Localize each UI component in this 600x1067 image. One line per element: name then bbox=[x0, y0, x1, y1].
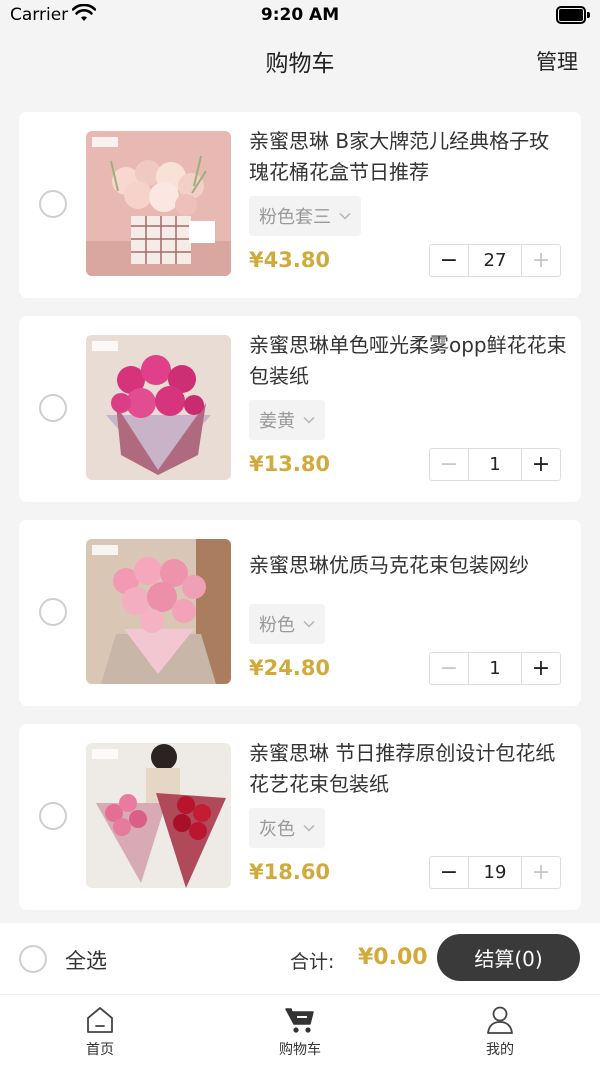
manage-button[interactable]: 管理 bbox=[536, 46, 578, 76]
quantity-stepper: − 27 + bbox=[429, 244, 561, 277]
quantity-stepper: − 19 + bbox=[429, 856, 561, 889]
tab-profile[interactable]: 我的 bbox=[450, 1005, 550, 1059]
item-select-radio[interactable] bbox=[39, 394, 67, 422]
user-icon bbox=[487, 1006, 513, 1034]
cart-item: 亲蜜思琳 节日推荐原创设计包花纸花艺花束包装纸 灰色 ¥18.60 − 19 + bbox=[19, 724, 581, 910]
chevron-down-icon bbox=[303, 416, 315, 424]
increase-quantity-button[interactable]: + bbox=[522, 857, 560, 888]
increase-quantity-button[interactable]: + bbox=[522, 245, 560, 276]
product-image[interactable] bbox=[86, 539, 231, 684]
cart-icon bbox=[285, 1008, 314, 1033]
nav-bar: 购物车 管理 bbox=[0, 30, 600, 92]
product-title[interactable]: 亲蜜思琳 节日推荐原创设计包花纸花艺花束包装纸 bbox=[249, 738, 569, 800]
variant-label: 灰色 bbox=[259, 819, 295, 840]
item-select-radio[interactable] bbox=[39, 802, 67, 830]
variant-selector[interactable]: 姜黄 bbox=[249, 400, 325, 440]
total-value: ¥0.00 bbox=[358, 945, 428, 970]
tab-label: 购物车 bbox=[279, 1042, 321, 1058]
product-title[interactable]: 亲蜜思琳 B家大牌范儿经典格子玫瑰花桶花盒节日推荐 bbox=[249, 126, 569, 188]
cart-item: 亲蜜思琳单色哑光柔雾opp鲜花花束包装纸 姜黄 ¥13.80 − 1 + bbox=[19, 316, 581, 502]
page-title: 购物车 bbox=[265, 51, 335, 77]
decrease-quantity-button[interactable]: − bbox=[430, 449, 468, 480]
increase-quantity-button[interactable]: + bbox=[522, 653, 560, 684]
status-time: 9:20 AM bbox=[260, 5, 340, 25]
product-price: ¥24.80 bbox=[249, 656, 331, 680]
item-select-radio[interactable] bbox=[39, 190, 67, 218]
increase-quantity-button[interactable]: + bbox=[522, 449, 560, 480]
quantity-value[interactable]: 1 bbox=[468, 449, 522, 480]
product-price: ¥43.80 bbox=[249, 248, 331, 272]
tab-label: 我的 bbox=[486, 1042, 514, 1058]
quantity-stepper: − 1 + bbox=[429, 448, 561, 481]
product-image[interactable] bbox=[86, 131, 231, 276]
decrease-quantity-button[interactable]: − bbox=[430, 245, 468, 276]
product-title[interactable]: 亲蜜思琳单色哑光柔雾opp鲜花花束包装纸 bbox=[249, 330, 569, 392]
select-all-label[interactable]: 全选 bbox=[65, 945, 107, 975]
quantity-value[interactable]: 27 bbox=[468, 245, 522, 276]
status-bar: Carrier 9:20 AM bbox=[0, 0, 600, 30]
quantity-stepper: − 1 + bbox=[429, 652, 561, 685]
total-label: 合计: bbox=[290, 951, 335, 973]
tab-bar: 首页 购物车 我的 bbox=[0, 995, 600, 1067]
variant-selector[interactable]: 粉色套三 bbox=[249, 196, 361, 236]
tab-label: 首页 bbox=[86, 1042, 114, 1058]
quantity-value[interactable]: 19 bbox=[468, 857, 522, 888]
product-image[interactable] bbox=[86, 335, 231, 480]
chevron-down-icon bbox=[339, 212, 351, 220]
chevron-down-icon bbox=[303, 620, 315, 628]
variant-selector[interactable]: 灰色 bbox=[249, 808, 325, 848]
decrease-quantity-button[interactable]: − bbox=[430, 653, 468, 684]
tab-home[interactable]: 首页 bbox=[50, 1005, 150, 1059]
tab-cart[interactable]: 购物车 bbox=[250, 1005, 350, 1059]
product-price: ¥18.60 bbox=[249, 860, 331, 884]
variant-selector[interactable]: 粉色 bbox=[249, 604, 325, 644]
checkout-button[interactable]: 结算(0) bbox=[437, 934, 580, 981]
chevron-down-icon bbox=[303, 824, 315, 832]
cart-item: 亲蜜思琳优质马克花束包装网纱 粉色 ¥24.80 − 1 + bbox=[19, 520, 581, 706]
variant-label: 粉色套三 bbox=[259, 207, 331, 228]
quantity-value[interactable]: 1 bbox=[468, 653, 522, 684]
decrease-quantity-button[interactable]: − bbox=[430, 857, 468, 888]
product-image[interactable] bbox=[86, 743, 231, 888]
cart-item: 亲蜜思琳 B家大牌范儿经典格子玫瑰花桶花盒节日推荐 粉色套三 ¥43.80 − … bbox=[19, 112, 581, 298]
product-price: ¥13.80 bbox=[249, 452, 331, 476]
checkout-bar: 全选 合计: ¥0.00 结算(0) bbox=[0, 923, 600, 995]
variant-label: 粉色 bbox=[259, 615, 295, 636]
variant-label: 姜黄 bbox=[259, 411, 295, 432]
home-icon bbox=[87, 1007, 113, 1033]
item-select-radio[interactable] bbox=[39, 598, 67, 626]
select-all-radio[interactable] bbox=[19, 945, 47, 973]
product-title[interactable]: 亲蜜思琳优质马克花束包装网纱 bbox=[249, 550, 569, 581]
battery-icon bbox=[556, 6, 590, 24]
